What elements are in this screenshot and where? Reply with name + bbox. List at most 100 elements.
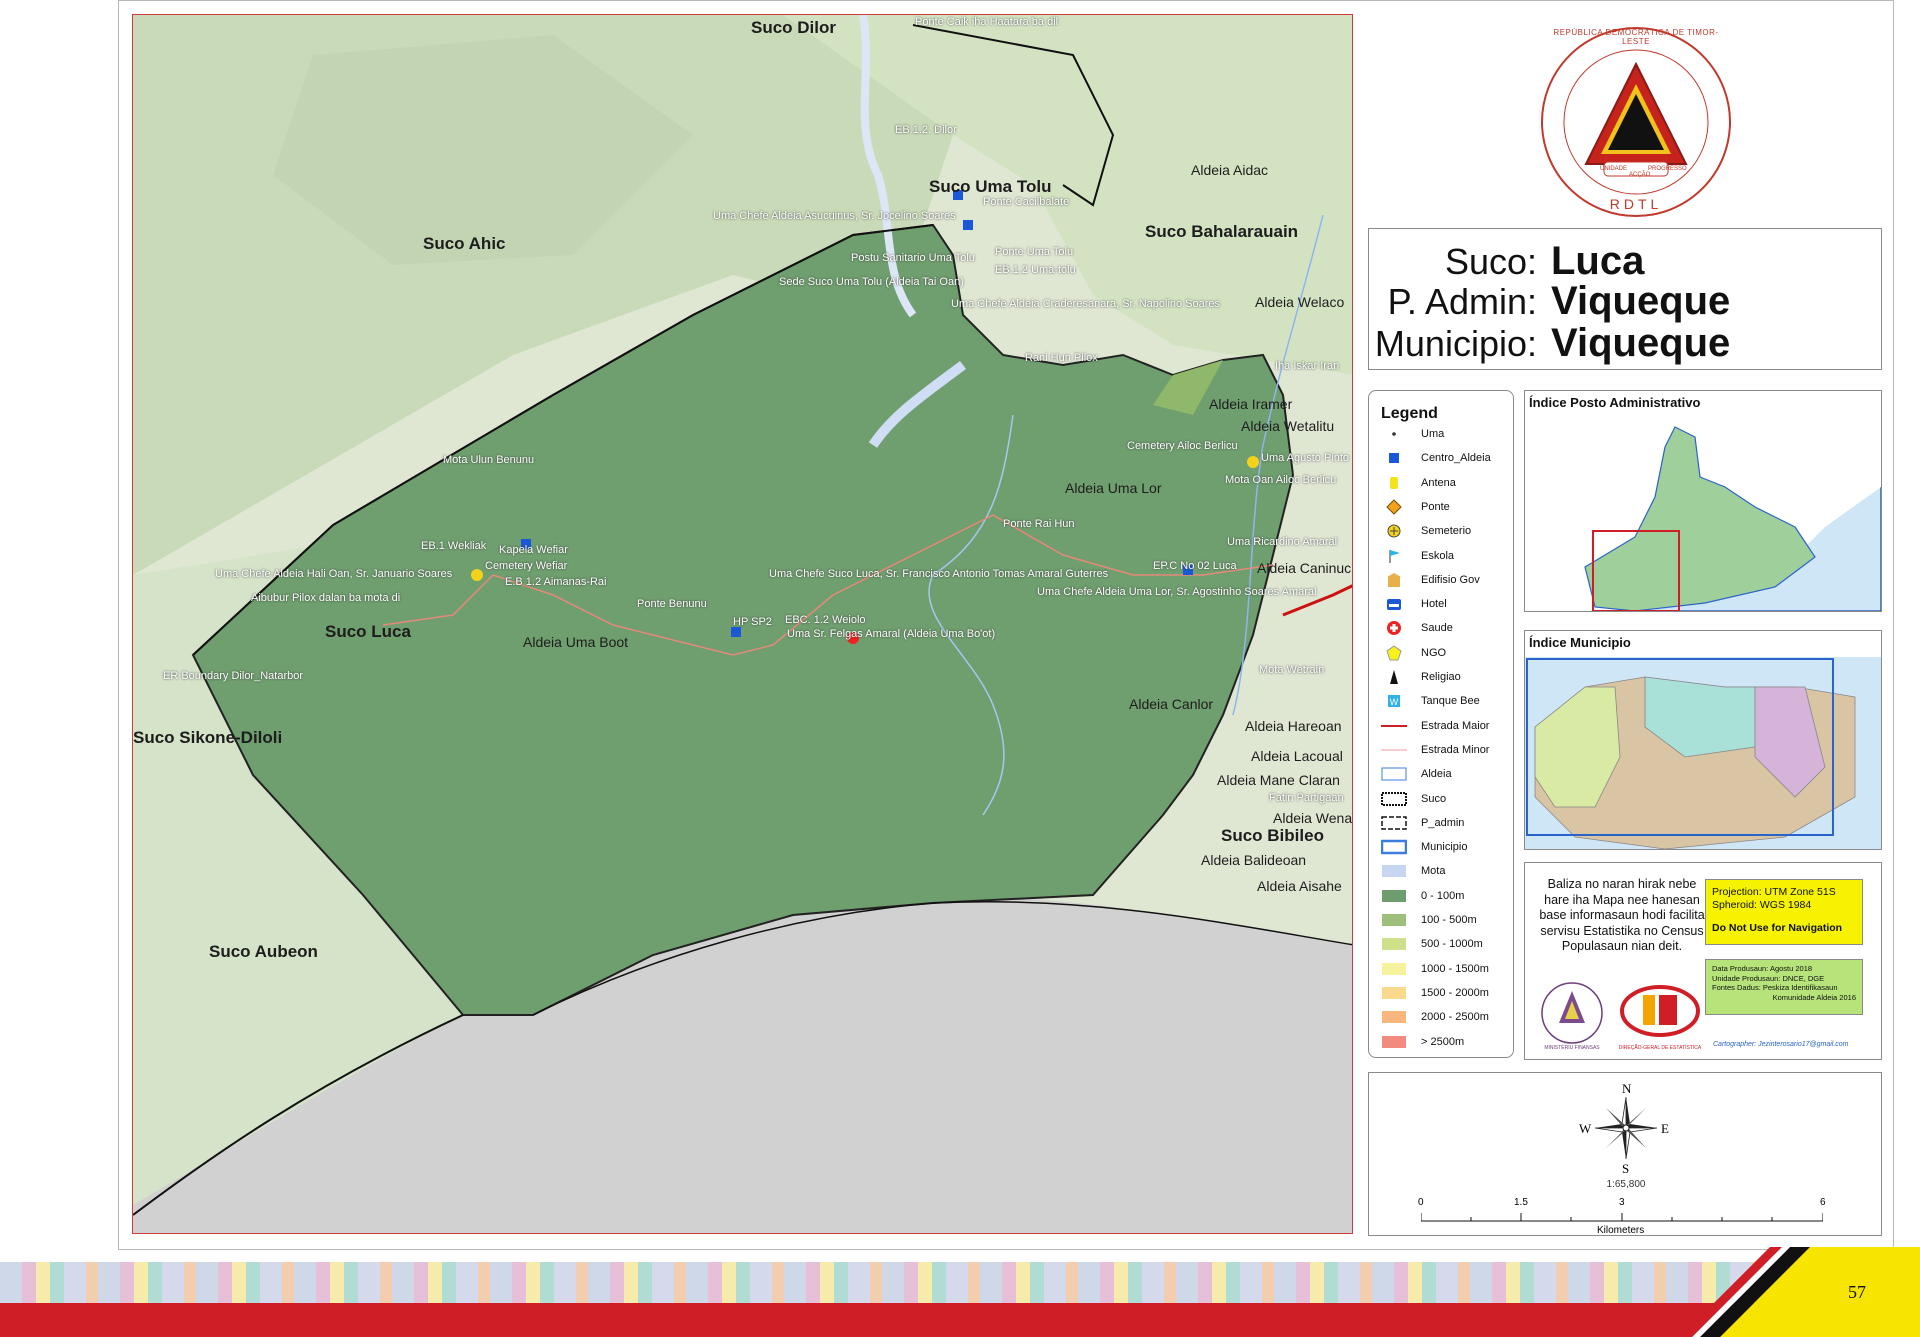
- flag-icon: [1381, 548, 1407, 564]
- fill-6-icon: [1381, 1034, 1407, 1050]
- ministeriu-logo-text: MINISTERIU FINANSAS: [1544, 1045, 1600, 1051]
- legend-item-edifisio-gov: Edifisio Gov: [1381, 571, 1480, 589]
- projection-box: Projection: UTM Zone 51S Spheroid: WGS 1…: [1705, 879, 1863, 945]
- svg-text:W: W: [1390, 697, 1399, 707]
- pentagon-icon: [1381, 645, 1407, 661]
- aldeia-label: Aldeia Balideoan: [1201, 852, 1307, 868]
- compass-rose: N S E W: [1579, 1081, 1671, 1176]
- aldeia-label: Aldeia Wetalitu: [1241, 418, 1335, 434]
- feature-label: Ponte Uma Tolu: [995, 246, 1074, 258]
- water-icon: W: [1381, 693, 1407, 709]
- fill-2-icon: [1381, 936, 1407, 952]
- feature-label: Uma Sr. Felgas Amaral (Aldeia Uma Bo'ot): [787, 628, 996, 640]
- fill-3-icon: [1381, 961, 1407, 977]
- fill-0-icon: [1381, 888, 1407, 904]
- flag-corner: [1680, 1247, 1920, 1337]
- ministeriu-logo: MINISTERIU FINANSAS: [1533, 981, 1611, 1055]
- cemetery-icon: [1381, 523, 1407, 539]
- dot-icon: [1381, 426, 1407, 442]
- compass-e: E: [1661, 1121, 1669, 1136]
- suco-value: Luca: [1551, 239, 1645, 283]
- fill-1-icon: [1381, 912, 1407, 928]
- legend-item-label: 500 - 1000m: [1421, 938, 1483, 951]
- feature-label: HP SP2: [733, 616, 772, 628]
- aldeia-label: Aldeia Welaco: [1255, 294, 1345, 310]
- legend-item-eskola: Eskola: [1381, 547, 1454, 565]
- feature-label: Ponte Caik iha Haatara ba dil: [915, 16, 1059, 28]
- feature-label: Cemetery Wefiar: [485, 560, 568, 572]
- scale-tick-3: 6: [1820, 1197, 1826, 1208]
- legend-item-label: Religiao: [1421, 671, 1461, 683]
- legend-item-label: > 2500m: [1421, 1035, 1465, 1048]
- production-box: Data Produsaun: Agostu 2018 Unidade Prod…: [1705, 959, 1863, 1015]
- legend-item-label: 1500 - 2000m: [1421, 986, 1489, 999]
- feature-label: Uma Agusto Pinto: [1261, 452, 1350, 464]
- legend-item-p-admin: P_admin: [1381, 814, 1464, 832]
- feature-label: Mota Wetrain: [1259, 664, 1325, 676]
- feature-label: ER Boundary Dilor_Natarbor: [163, 670, 304, 682]
- scale-tick-1: 1.5: [1514, 1197, 1528, 1208]
- legend-item-label: 100 - 500m: [1421, 914, 1477, 926]
- fill-5-icon: [1381, 1009, 1407, 1025]
- fill-4-icon: [1381, 985, 1407, 1001]
- map-view[interactable]: Suco Dilor Suco Uma Tolu Suco Ahic Suco …: [132, 14, 1353, 1234]
- municipio-label: Municipio:: [1374, 323, 1537, 364]
- legend-item-label: Edifisio Gov: [1421, 573, 1480, 586]
- aldeia-label: Aldeia Caninuc: [1257, 560, 1352, 576]
- line-pink-icon: [1381, 742, 1407, 758]
- scale-ratio: 1:65,800: [1606, 1179, 1646, 1190]
- aldeia-label: Aldeia Mane Claran: [1217, 772, 1340, 788]
- aldeia-label: Aldeia Hareoan: [1245, 718, 1342, 734]
- legend-item-estrada-maior: Estrada Maior: [1381, 717, 1489, 735]
- suco-label-dilor: Suco Dilor: [751, 18, 837, 37]
- legend-item-label: Estrada Minor: [1421, 743, 1490, 756]
- index-municipio-title: Índice Municipio: [1529, 635, 1631, 650]
- antenna-icon: [1381, 475, 1407, 491]
- legend-heading: Legend: [1381, 405, 1438, 422]
- legend-item-label: Mota: [1421, 865, 1446, 878]
- legend-item-saude: Saude: [1381, 619, 1453, 637]
- legend-item-2500m: > 2500m: [1381, 1033, 1464, 1051]
- rdtl-emblem: REPÚBLICA DEMOCRÁTICA DE TIMOR-LESTE UNI…: [1536, 24, 1736, 220]
- feature-label: E.B 1.2 Aimanas-Rai: [505, 576, 607, 588]
- legend-item-500-1000m: 500 - 1000m: [1381, 935, 1483, 953]
- index-municipio-panel: Índice Municipio: [1524, 630, 1882, 850]
- aldeia-label: Aldeia Lacoual: [1251, 748, 1343, 764]
- scale-tick-0: 0: [1418, 1197, 1424, 1208]
- legend-item-tanque-bee: W Tanque Bee: [1381, 692, 1480, 710]
- feature-label: Iha Iskar Iran: [1275, 360, 1340, 372]
- compass-n: N: [1622, 1081, 1632, 1096]
- feature-label: Uma Chefe Aldeia Hali Oan, Sr. Januario …: [215, 568, 453, 580]
- emblem-base-text: RDTL: [1609, 196, 1663, 212]
- aldeia-label: Aldeia Canlor: [1129, 696, 1214, 712]
- legend-item-1500-2000m: 1500 - 2000m: [1381, 984, 1489, 1002]
- feature-label: EB.1 Wekliak: [421, 540, 487, 552]
- building-icon: [1381, 572, 1407, 588]
- legend-item-antena: Antena: [1381, 474, 1456, 492]
- feature-label: Uma Chefe Suco Luca, Sr. Francisco Anton…: [769, 568, 1109, 580]
- church-icon: [1381, 669, 1407, 685]
- data-produsaun: Data Produsaun: Agostu 2018: [1712, 964, 1813, 973]
- feature-label: Uma Chefe Aldeia Craderesanara, Sr. Napo…: [951, 298, 1221, 310]
- emblem-ring-text: REPÚBLICA DEMOCRÁTICA DE TIMOR-LESTE: [1553, 28, 1719, 46]
- index-posto-title: Índice Posto Administrativo: [1529, 395, 1701, 410]
- aldeia-label: Aldeia Uma Lor: [1065, 480, 1162, 496]
- cartographer-text: Cartographer: Jezinterosario17@gmail.com: [1713, 1041, 1849, 1048]
- compass-w: W: [1579, 1121, 1592, 1136]
- feature-label: Kapela Wefiar: [499, 544, 568, 556]
- legend-item-label: 2000 - 2500m: [1421, 1011, 1489, 1024]
- legend-item-label: 0 - 100m: [1421, 889, 1465, 902]
- feature-label: Ponte Rai Hun: [1003, 518, 1075, 530]
- dge-logo-text: DIREÇÃO-GERAL DE ESTATÍSTICA: [1618, 1045, 1702, 1051]
- title-panel: Suco: Luca P. Admin: Viqueque Municipio:…: [1368, 228, 1882, 370]
- legend-item-label: Saude: [1421, 622, 1453, 635]
- feature-label: EB.1.2 Uma-tolu: [995, 264, 1076, 276]
- suco-label-luca: Suco Luca: [325, 622, 411, 641]
- emblem-motto-1: UNIDADE: [1600, 166, 1628, 172]
- index-posto-map: [1525, 417, 1881, 611]
- legend-item-semeterio: Semeterio: [1381, 522, 1471, 540]
- poly-bold-blue-icon: [1381, 839, 1407, 855]
- feature-label: Postu Sanitario Uma Tolu: [851, 252, 975, 264]
- projection-text: Projection: UTM Zone 51S: [1712, 886, 1836, 898]
- feature-label: Uma Chefe Aldeia Asucuinus, Sr. Jocelino…: [713, 210, 956, 222]
